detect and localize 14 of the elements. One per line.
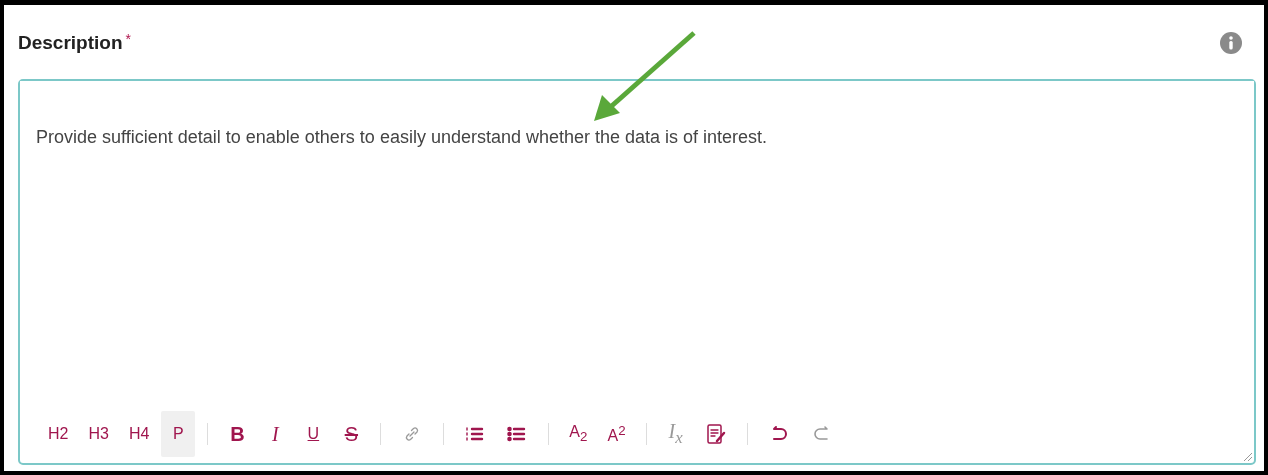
format-button[interactable]: H2 [40, 411, 77, 457]
format-button[interactable]: A$_{2}$ [561, 411, 596, 457]
italic-button[interactable]: I [258, 411, 293, 457]
resize-handle-icon[interactable] [1243, 452, 1253, 462]
required-mark: * [125, 31, 131, 47]
field-label: Description [18, 32, 123, 54]
format-button[interactable]: H4 [120, 411, 158, 457]
underline-button[interactable]: U [296, 411, 331, 457]
strikethrough-button[interactable]: S [334, 411, 369, 457]
bold-button[interactable]: B [220, 411, 255, 457]
format-button[interactable]: A$^{2}$ [599, 411, 634, 457]
format-button[interactable]: P [161, 411, 196, 457]
format-button[interactable]: H3 [80, 411, 117, 457]
info-icon[interactable] [1220, 32, 1242, 54]
